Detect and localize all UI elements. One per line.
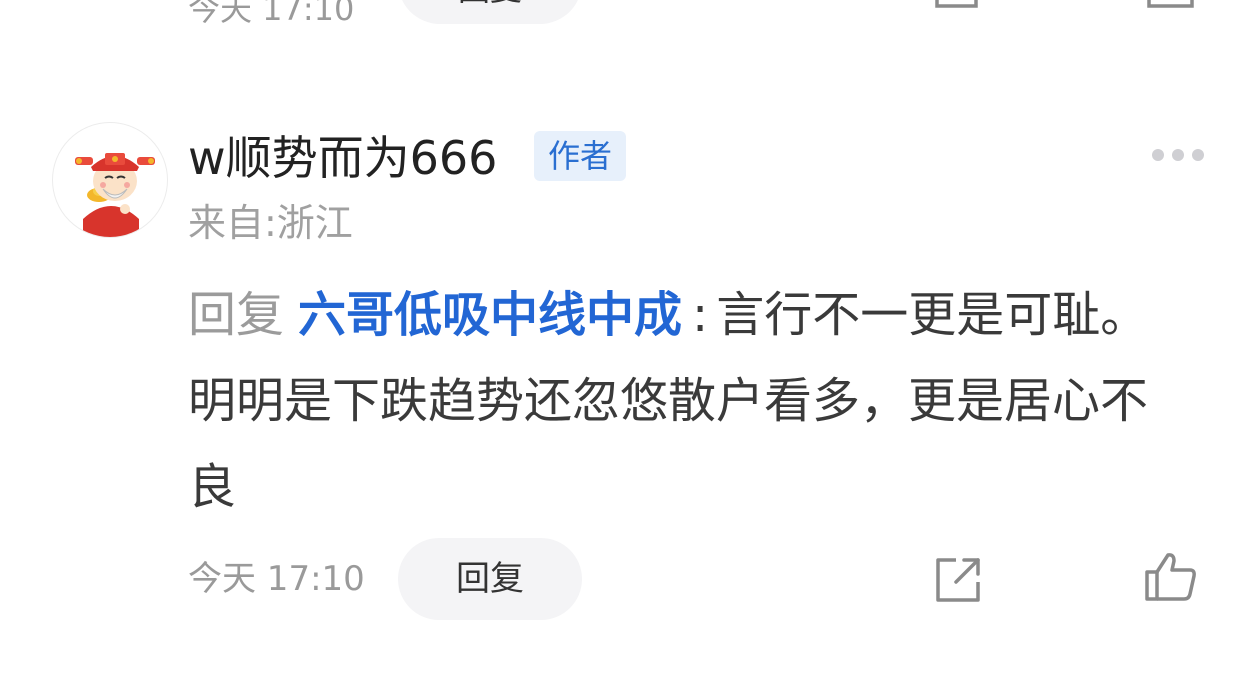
more-button[interactable]: [1152, 140, 1204, 170]
thumbs-up-icon[interactable]: [1144, 552, 1198, 602]
avatar[interactable]: [52, 122, 168, 238]
location: 来自:浙江: [188, 201, 353, 245]
previous-comment-footer: 今天 17:10 回复: [0, 0, 1256, 30]
reply-prefix: 回复: [188, 287, 285, 343]
reply-target-link[interactable]: 六哥低吸中线中成: [298, 287, 682, 343]
more-dots-icon: [1152, 149, 1164, 161]
reply-button[interactable]: 回复: [398, 538, 582, 620]
more-dots-icon: [1192, 149, 1204, 161]
author-badge: 作者: [534, 131, 626, 181]
comment-time: 今天 17:10: [188, 559, 365, 599]
username[interactable]: w顺势而为666: [188, 128, 497, 188]
share-icon[interactable]: [934, 556, 984, 604]
previous-share-icon[interactable]: [934, 0, 980, 10]
previous-reply-label: 回复: [398, 0, 582, 10]
previous-thumbs-up-icon[interactable]: [1146, 0, 1196, 10]
more-dots-icon: [1172, 149, 1184, 161]
caishen-avatar-icon: [75, 153, 155, 237]
previous-comment-time: 今天 17:10: [188, 0, 355, 28]
reply-colon: :: [692, 287, 709, 343]
comment-body: 回复 六哥低吸中线中成: 言行不一更是可耻。明明是下跌趋势还忽悠散户看多，更是居心不…: [188, 272, 1188, 530]
previous-reply-button[interactable]: 回复: [398, 0, 582, 24]
